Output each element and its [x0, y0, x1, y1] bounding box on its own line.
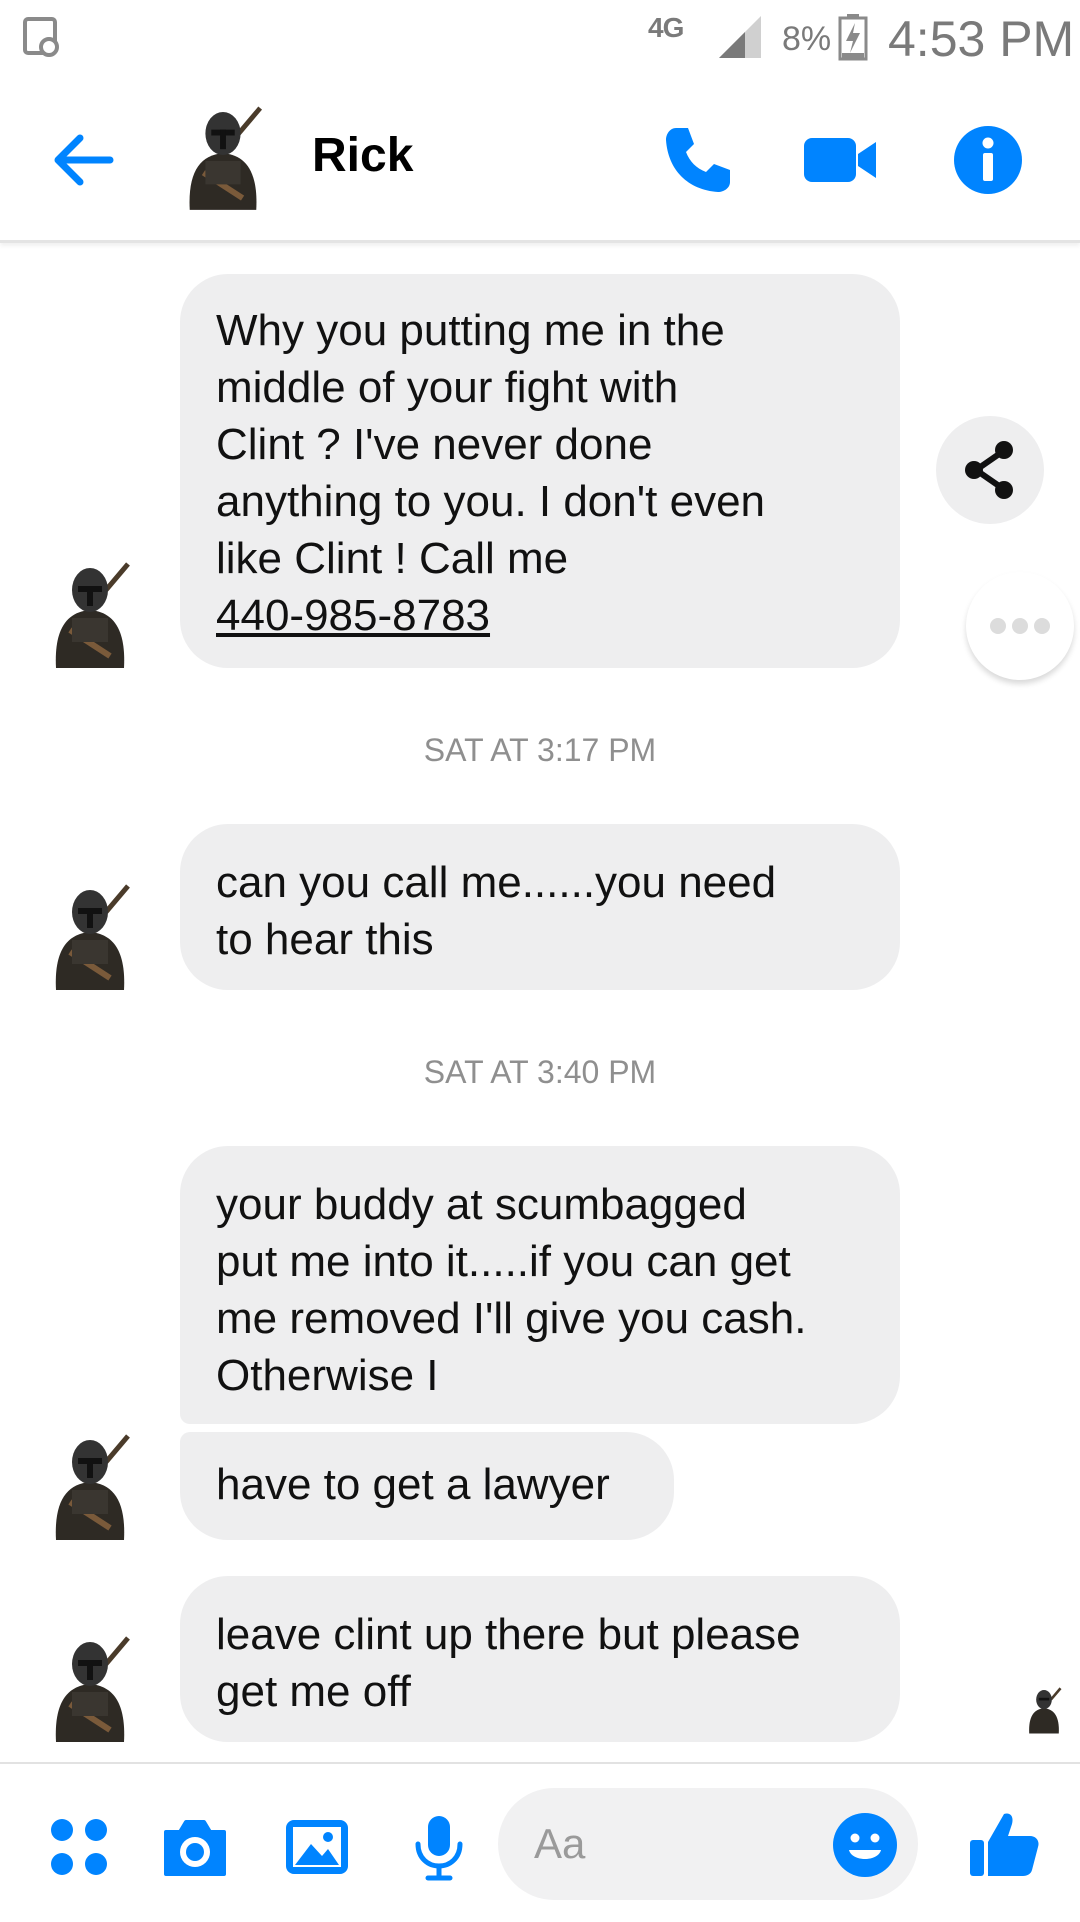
- contact-name[interactable]: Rick: [312, 128, 413, 183]
- message-bubble[interactable]: your buddy at scumbagged put me into it.…: [180, 1146, 900, 1424]
- message-text: have to get a lawyer: [216, 1460, 610, 1509]
- sender-avatar[interactable]: [44, 882, 136, 990]
- message-bubble[interactable]: can you call me......you need to hear th…: [180, 824, 900, 990]
- clock: 4:53 PM: [888, 11, 1075, 67]
- message-bubble[interactable]: leave clint up there but please get me o…: [180, 1576, 900, 1742]
- timestamp: SAT AT 3:17 PM: [423, 732, 657, 768]
- info-icon[interactable]: [950, 122, 1026, 198]
- battery-percent: 8%: [782, 20, 832, 58]
- message-text: Why you putting me in the middle of your…: [216, 306, 766, 583]
- apps-grid-icon[interactable]: [44, 1812, 114, 1882]
- microphone-icon[interactable]: [404, 1812, 474, 1882]
- emoji-icon[interactable]: [832, 1812, 898, 1878]
- phone-number-link[interactable]: 440-985-8783: [216, 587, 864, 644]
- share-icon: [965, 441, 1013, 499]
- message-bubble[interactable]: Why you putting me in the middle of your…: [180, 274, 900, 668]
- screenshot-icon: [23, 17, 59, 57]
- more-options-button[interactable]: [966, 572, 1074, 680]
- message-text: can you call me......you need to hear th…: [216, 858, 777, 964]
- thumbs-up-icon[interactable]: [966, 1806, 1042, 1882]
- timestamp: SAT AT 3:40 PM: [423, 1054, 657, 1090]
- gallery-icon[interactable]: [282, 1812, 352, 1882]
- sender-avatar[interactable]: [44, 1432, 136, 1540]
- phone-icon[interactable]: [660, 122, 736, 198]
- more-dots-icon: [990, 618, 1050, 634]
- message-text: leave clint up there but please get me o…: [216, 1610, 801, 1716]
- battery-charging-icon: [838, 14, 868, 61]
- message-composer: [0, 1762, 1080, 1922]
- message-bubble[interactable]: have to get a lawyer: [180, 1432, 674, 1540]
- contact-avatar[interactable]: [178, 102, 268, 212]
- video-call-icon[interactable]: [802, 122, 878, 198]
- signal-icon: [719, 16, 761, 58]
- seen-receipt-avatar: [1029, 1687, 1062, 1734]
- conversation-header: Rick: [0, 80, 1080, 243]
- status-bar: 4G 8% 4:53 PM: [0, 0, 1080, 80]
- sender-avatar[interactable]: [44, 1634, 136, 1742]
- message-text: your buddy at scumbagged put me into it.…: [216, 1180, 807, 1400]
- sender-avatar[interactable]: [44, 560, 136, 668]
- back-arrow-icon[interactable]: [48, 125, 118, 195]
- share-button[interactable]: [936, 416, 1044, 524]
- camera-icon[interactable]: [160, 1812, 230, 1882]
- network-indicator: 4G: [648, 12, 684, 43]
